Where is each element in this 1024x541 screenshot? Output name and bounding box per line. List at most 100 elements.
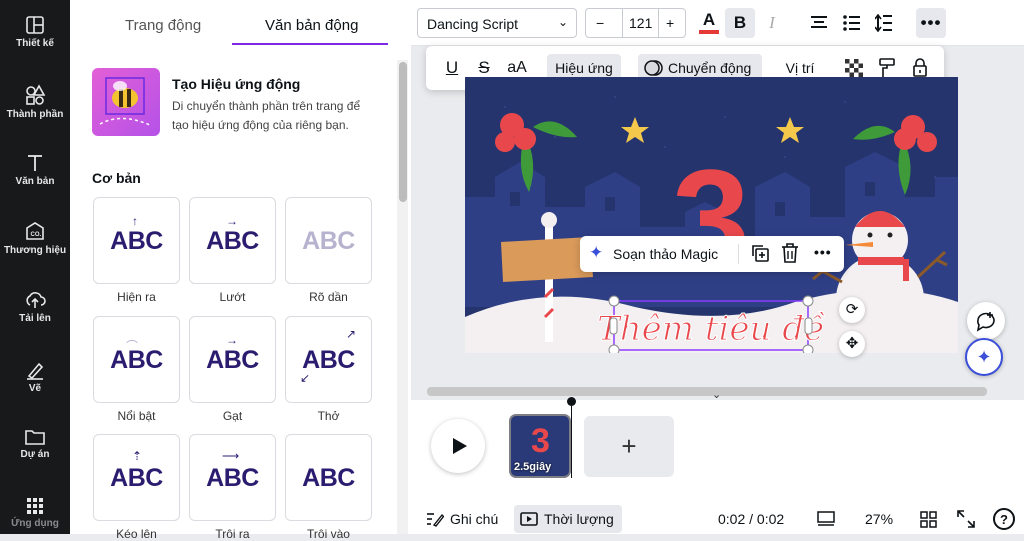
sparkle-icon: ✦ xyxy=(976,347,992,367)
line-spacing-icon xyxy=(874,13,892,33)
delete-button[interactable] xyxy=(781,243,799,266)
help-icon: ? xyxy=(1000,512,1008,527)
notes-button[interactable]: Ghi chú xyxy=(426,505,498,533)
clip-duration: 2.5giây xyxy=(514,461,552,473)
arrow-diagonal-out-icon: ↗ xyxy=(346,327,357,341)
arrow-right-icon: → xyxy=(226,333,238,347)
card-label: Gạt xyxy=(222,409,243,423)
grid-view-button[interactable] xyxy=(920,505,937,533)
sidebar-item-design[interactable]: Thiết kế xyxy=(0,15,70,49)
more-options-button[interactable]: ••• xyxy=(916,8,946,38)
font-family-dropdown[interactable]: Dancing Script ⌄ xyxy=(417,8,577,38)
rotate-icon: ⟳ xyxy=(845,301,859,318)
animation-card-drift-out[interactable]: ⟶ ABC xyxy=(189,434,276,521)
card-sample: ABC xyxy=(110,227,163,255)
apps-grid-icon xyxy=(27,498,43,514)
panel-scroll-thumb[interactable] xyxy=(399,62,407,202)
sidebar-item-projects[interactable]: Dự án xyxy=(0,428,70,460)
promo-thumbnail[interactable] xyxy=(92,68,160,136)
sidebar-item-elements[interactable]: Thành phần xyxy=(0,84,70,120)
tab-text-animation[interactable]: Văn bản động xyxy=(265,17,358,34)
duplicate-button[interactable] xyxy=(750,243,770,266)
sidebar-item-label: Ứng dụng xyxy=(11,518,59,529)
play-button[interactable] xyxy=(431,419,485,473)
animate-circles-icon xyxy=(644,60,663,76)
canvas-title-text[interactable]: Thêm tiêu đề xyxy=(597,309,826,350)
sidebar-item-label: Vẽ xyxy=(28,383,42,394)
page-view-button[interactable] xyxy=(817,505,835,533)
card-label: Nổi bật xyxy=(117,409,156,423)
duplicate-icon xyxy=(752,245,769,262)
text-color-swatch xyxy=(699,30,719,34)
help-button[interactable]: ? xyxy=(993,508,1015,530)
promo-title: Tạo Hiệu ứng động xyxy=(172,76,301,92)
duration-button[interactable]: Thời lượng xyxy=(514,505,622,533)
brand-icon: CO. xyxy=(26,222,44,240)
card-sample: ABC xyxy=(206,227,259,255)
sparkle-icon: ✦ xyxy=(589,243,604,262)
sidebar-item-label: Thiết kế xyxy=(16,38,54,49)
promo-description: Di chuyển thành phần trên trang để tạo h… xyxy=(172,99,361,132)
more-dots-icon[interactable]: ••• xyxy=(814,244,832,260)
timeline-clip[interactable]: 3 2.5giây xyxy=(509,414,571,478)
font-size-decrease-button[interactable]: − xyxy=(596,15,604,31)
zoom-level[interactable]: 27% xyxy=(865,505,893,533)
bold-button[interactable]: B xyxy=(725,8,755,38)
chevron-down-icon: ⌄ xyxy=(557,15,568,29)
tab-page-animation[interactable]: Trang động xyxy=(125,17,201,34)
svg-text:CO.: CO. xyxy=(31,232,42,238)
pulse-lines-icon: ︵ xyxy=(126,331,139,345)
card-sample: ABC xyxy=(302,346,355,374)
section-title-basic: Cơ bản xyxy=(92,170,141,186)
italic-button[interactable]: I xyxy=(757,8,787,38)
animation-card-fade[interactable]: ABC xyxy=(285,197,372,284)
align-button[interactable] xyxy=(804,8,834,38)
fullscreen-button[interactable] xyxy=(957,505,975,533)
upload-cloud-icon xyxy=(26,292,46,308)
arrow-up-icon: ↑ xyxy=(132,214,138,228)
paint-roller-icon xyxy=(879,58,895,77)
text-color-button[interactable]: A xyxy=(694,8,724,38)
transparency-checker-icon xyxy=(845,59,863,77)
rotate-button[interactable]: ⟳ xyxy=(839,297,865,323)
card-sample: ABC xyxy=(302,227,355,255)
sidebar-item-text[interactable]: Văn bản xyxy=(0,153,70,187)
panel-tabs: Trang động Văn bản động xyxy=(70,0,400,46)
animation-card-wipe[interactable]: → ABC xyxy=(189,316,276,403)
magic-assistant-button[interactable]: ✦ xyxy=(965,338,1003,376)
position-label: Vị trí xyxy=(785,60,815,76)
italic-icon: I xyxy=(769,13,775,32)
sidebar-item-uploads[interactable]: Tải lên xyxy=(0,290,70,324)
magic-edit-button[interactable]: Soạn thảo Magic xyxy=(613,246,718,262)
font-size-value[interactable]: 121 xyxy=(622,9,660,37)
card-label: Thở xyxy=(317,409,340,423)
comment-add-icon xyxy=(976,312,995,332)
sidebar-item-apps[interactable]: Ứng dụng xyxy=(0,497,70,529)
add-page-label: + xyxy=(621,431,637,461)
align-center-icon xyxy=(811,16,827,28)
animation-card-drift-in[interactable]: ABC xyxy=(285,434,372,521)
list-button[interactable] xyxy=(837,8,867,38)
christmas-scene: 3 Thêm tiêu đề xyxy=(465,96,958,353)
canvas-horizontal-scrollbar[interactable] xyxy=(427,387,987,396)
add-page-button[interactable]: + xyxy=(584,416,674,477)
trash-icon xyxy=(782,243,798,263)
animation-card-pop[interactable]: ︵ ABC xyxy=(93,316,180,403)
design-canvas[interactable]: 3 Thêm tiêu đề xyxy=(465,77,958,353)
underline-button[interactable]: U xyxy=(440,54,464,82)
card-label: Lướt xyxy=(219,290,246,304)
sidebar-item-draw[interactable]: Vẽ xyxy=(0,360,70,394)
font-size-increase-button[interactable]: + xyxy=(666,15,674,31)
animation-card-rise[interactable]: ↑ ABC xyxy=(93,197,180,284)
clip-number: 3 xyxy=(531,422,550,460)
animation-card-baseline[interactable]: ⇡ ABC xyxy=(93,434,180,521)
sidebar-item-brand[interactable]: CO. Thương hiệu xyxy=(0,220,70,256)
animation-card-breathe[interactable]: ↗ ↙ ABC xyxy=(285,316,372,403)
comment-button[interactable] xyxy=(967,302,1005,340)
move-button[interactable]: ✥ xyxy=(839,331,865,357)
spacing-button[interactable] xyxy=(869,8,899,38)
animation-card-slide[interactable]: → ABC xyxy=(189,197,276,284)
card-label: Kéo lên xyxy=(116,527,157,541)
page-view-icon xyxy=(817,511,835,526)
font-size-stepper[interactable]: − 121 + xyxy=(585,8,686,38)
